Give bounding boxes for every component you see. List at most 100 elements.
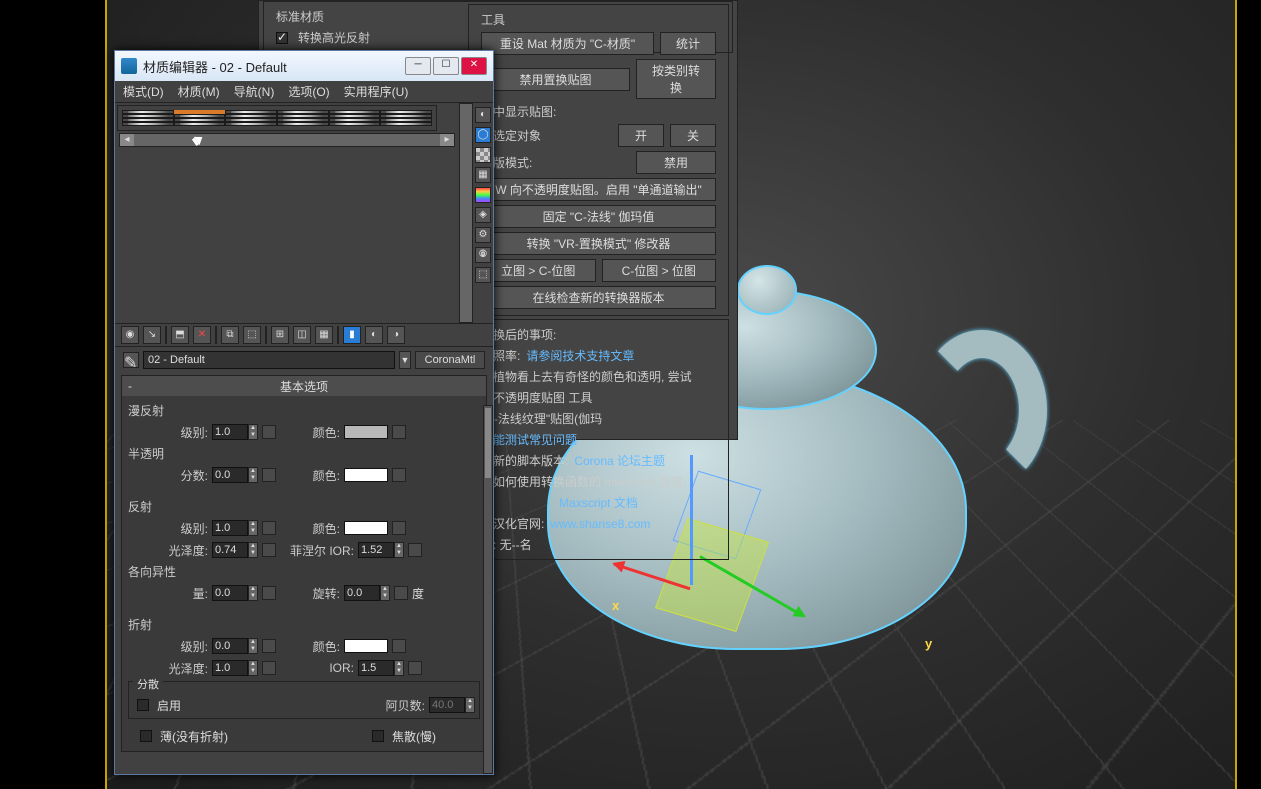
diffuse-level-input[interactable] <box>212 424 248 440</box>
sample-slot-24[interactable] <box>380 122 432 126</box>
options-icon[interactable]: ⚙ <box>475 227 491 243</box>
support-link[interactable]: 请参阅技术支持文章 <box>526 347 634 364</box>
video-color-icon[interactable] <box>475 187 491 203</box>
refl-level-map[interactable] <box>262 521 276 535</box>
gizmo-x-axis[interactable] <box>613 563 690 591</box>
refr-level-spinner[interactable]: ▲▼ <box>248 638 258 654</box>
stats-button[interactable]: 统计 <box>660 32 716 55</box>
reset-map-icon[interactable]: ✕ <box>193 326 211 344</box>
refl-ior-input[interactable] <box>358 542 394 558</box>
go-forward-icon[interactable]: ◑ <box>387 326 405 344</box>
material-name-dropdown[interactable]: ▼ <box>399 351 411 369</box>
sample-slot-20[interactable] <box>174 122 226 126</box>
aniso-amount-input[interactable] <box>212 585 248 601</box>
refr-gloss-input[interactable] <box>212 660 248 676</box>
rollup-basic-header[interactable]: 基本选项 <box>122 376 486 396</box>
trans-frac-spinner[interactable]: ▲▼ <box>248 467 258 483</box>
refr-gloss-map[interactable] <box>262 661 276 675</box>
show-end-result-icon[interactable]: ▮ <box>343 326 361 344</box>
refr-color-swatch[interactable] <box>344 639 388 653</box>
put-to-lib-icon[interactable]: ⊞ <box>271 326 289 344</box>
cmap2-button[interactable]: C-位图 > 位图 <box>602 259 717 282</box>
refl-ior-spinner[interactable]: ▲▼ <box>394 542 404 558</box>
aniso-rot-input[interactable] <box>344 585 380 601</box>
forum-link[interactable]: Corona 论坛主题 <box>574 452 665 469</box>
refr-level-input[interactable] <box>212 638 248 654</box>
open-button[interactable]: 开 <box>618 124 664 147</box>
rollup-vscroll[interactable] <box>483 405 493 774</box>
trans-color-map[interactable] <box>392 468 406 482</box>
perf-link[interactable]: 性能测试常见问题 <box>481 431 577 448</box>
close-button[interactable]: 关 <box>670 124 716 147</box>
sample-slot-22[interactable] <box>277 122 329 126</box>
diffuse-color-swatch[interactable] <box>344 425 388 439</box>
refl-color-swatch[interactable] <box>344 521 388 535</box>
get-material-icon[interactable]: ◉ <box>121 326 139 344</box>
refr-level-map[interactable] <box>262 639 276 653</box>
backlight-icon[interactable]: ◯ <box>475 127 491 143</box>
diffuse-level-map[interactable] <box>262 425 276 439</box>
scatter-enable-checkbox[interactable] <box>137 699 149 711</box>
make-unique-icon[interactable]: ⬚ <box>243 326 261 344</box>
close-window-button[interactable]: ✕ <box>461 57 487 75</box>
disable-disp-button[interactable]: 禁用置换贴图 <box>481 68 630 91</box>
mat-id-icon[interactable]: ◫ <box>293 326 311 344</box>
go-parent-icon[interactable]: ◐ <box>365 326 383 344</box>
menu-nav[interactable]: 导航(N) <box>234 83 275 100</box>
sample-hscroll[interactable]: ◂▸ <box>119 133 455 147</box>
sample-type-icon[interactable]: ◐ <box>475 107 491 123</box>
caustics-checkbox[interactable] <box>372 730 384 742</box>
make-copy-icon[interactable]: ⧉ <box>221 326 239 344</box>
cmap1-button[interactable]: 立图 > C-位图 <box>481 259 596 282</box>
diffuse-color-map[interactable] <box>392 425 406 439</box>
refr-color-map[interactable] <box>392 639 406 653</box>
aniso-amount-spinner[interactable]: ▲▼ <box>248 585 258 601</box>
material-name-input[interactable] <box>143 351 395 369</box>
refl-level-spinner[interactable]: ▲▼ <box>248 520 258 536</box>
background-icon[interactable] <box>475 147 491 163</box>
convert-by-class-button[interactable]: 按类别转换 <box>636 59 716 99</box>
material-type-button[interactable]: CoronaMtl <box>415 351 485 369</box>
refl-gloss-input[interactable] <box>212 542 248 558</box>
make-preview-icon[interactable]: ◈ <box>475 207 491 223</box>
reset-mat-button[interactable]: 重设 Mat 材质为 "C-材质" <box>481 32 654 55</box>
put-to-scene-icon[interactable]: ↘ <box>143 326 161 344</box>
sample-slot-21[interactable] <box>225 122 277 126</box>
assign-to-sel-icon[interactable]: ⬒ <box>171 326 189 344</box>
gizmo-y-axis[interactable] <box>699 555 804 618</box>
sample-uv-icon[interactable]: ▦ <box>475 167 491 183</box>
menu-util[interactable]: 实用程序(U) <box>344 83 409 100</box>
mat-map-nav-icon[interactable]: ⬚ <box>475 267 491 283</box>
titlebar[interactable]: 材质编辑器 - 02 - Default ─ ☐ ✕ <box>115 51 493 81</box>
menu-mode[interactable]: 模式(D) <box>123 83 164 100</box>
refl-ior-map[interactable] <box>408 543 422 557</box>
sample-vscroll[interactable] <box>459 103 473 323</box>
convert-disp-button[interactable]: 转换 "VR-置换模式" 修改器 <box>481 232 716 255</box>
sample-slot-19[interactable] <box>122 122 174 126</box>
aniso-rot-map[interactable] <box>394 586 408 600</box>
check-version-button[interactable]: 在线检查新的转换器版本 <box>481 286 716 309</box>
site-link[interactable]: www.shanse8.com <box>550 517 650 531</box>
diffuse-level-spinner[interactable]: ▲▼ <box>248 424 258 440</box>
select-by-mat-icon[interactable]: 🞋 <box>475 247 491 263</box>
refr-ior-map[interactable] <box>408 661 422 675</box>
show-map-vp-icon[interactable]: ▦ <box>315 326 333 344</box>
refl-gloss-spinner[interactable]: ▲▼ <box>248 542 258 558</box>
convert-spec-checkbox[interactable] <box>276 32 288 44</box>
refl-color-map[interactable] <box>392 521 406 535</box>
trans-frac-input[interactable] <box>212 467 248 483</box>
opacity-hint-button[interactable]: W 向不透明度贴图。启用 "单通道输出" <box>481 178 716 201</box>
refr-ior-spinner[interactable]: ▲▼ <box>394 660 404 676</box>
refr-ior-input[interactable] <box>358 660 394 676</box>
refl-gloss-map[interactable] <box>262 543 276 557</box>
minimize-button[interactable]: ─ <box>405 57 431 75</box>
refr-gloss-spinner[interactable]: ▲▼ <box>248 660 258 676</box>
disable-button[interactable]: 禁用 <box>636 151 716 174</box>
aniso-rot-spinner[interactable]: ▲▼ <box>380 585 390 601</box>
thin-checkbox[interactable] <box>140 730 152 742</box>
menu-options[interactable]: 选项(O) <box>288 83 329 100</box>
menu-material[interactable]: 材质(M) <box>178 83 220 100</box>
fix-normal-button[interactable]: 固定 "C-法线" 伽玛值 <box>481 205 716 228</box>
refl-level-input[interactable] <box>212 520 248 536</box>
trans-frac-map[interactable] <box>262 468 276 482</box>
